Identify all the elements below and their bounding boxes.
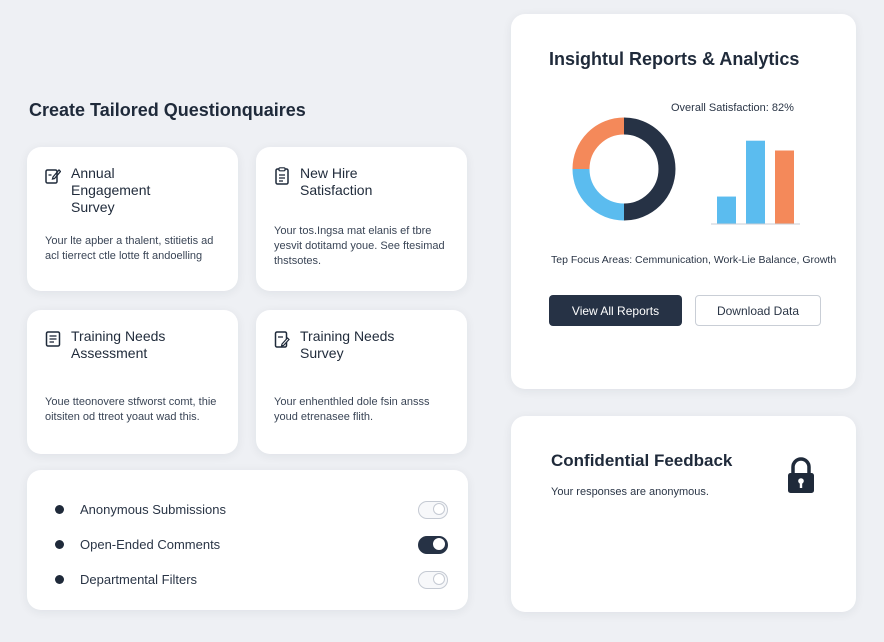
toggle-knob: [433, 573, 445, 585]
card-title: New Hire Satisfaction: [300, 165, 373, 198]
bullet-icon: [55, 575, 64, 584]
confidential-title: Confidential Feedback: [551, 451, 733, 470]
questionnaire-card-training-survey[interactable]: Training Needs Survey Your enhenthled do…: [256, 310, 467, 454]
toggle-label: Anonymous Submissions: [80, 502, 226, 517]
overall-satisfaction: Overall Satisfaction: 82%: [671, 102, 794, 114]
questionnaire-card-training-assessment[interactable]: Training Needs Assessment Youe tteonover…: [27, 310, 238, 454]
anonymous-submissions-toggle[interactable]: [418, 500, 448, 519]
toggle-row-anonymous: Anonymous Submissions: [55, 492, 448, 527]
toggle-knob: [433, 503, 445, 515]
section-title: Create Tailored Questionquaires: [29, 100, 306, 120]
reports-chart: [572, 117, 800, 225]
toggle-knob: [433, 538, 445, 550]
feature-toggles-panel: Anonymous Submissions Open-Ended Comment…: [27, 470, 468, 610]
view-all-reports-button[interactable]: View All Reports: [549, 295, 682, 326]
donut-segment-1: [572, 168, 625, 221]
card-title: Training Needs Survey: [300, 328, 395, 361]
confidential-description: Your responses are anonymous.: [551, 486, 709, 498]
donut-chart: [572, 117, 676, 221]
toggle-label: Open-Ended Comments: [80, 537, 221, 552]
open-ended-comments-toggle[interactable]: [418, 535, 448, 554]
card-description: Your enhenthled dole fsin ansss youd etr…: [274, 396, 430, 423]
donut-segment-0: [623, 117, 676, 221]
bullet-icon: [55, 540, 64, 549]
questionnaire-card-annual-engagement[interactable]: Annual Engagement Survey Your lte apber …: [27, 147, 238, 291]
bar-chart: [711, 140, 800, 225]
card-title: Training Needs Assessment: [71, 328, 166, 361]
toggle-label: Departmental Filters: [80, 572, 198, 587]
card-description: Your tos.Ingsa mat elanis ef tbre yesvit…: [274, 225, 445, 267]
edit-form-icon: [45, 169, 61, 184]
bullet-icon: [55, 505, 64, 514]
reports-title: Insightul Reports & Analytics: [549, 49, 800, 69]
questionnaire-card-new-hire[interactable]: New Hire Satisfaction Your tos.Ingsa mat…: [256, 147, 467, 291]
card-description: Youe tteonovere stfworst comt, thie oits…: [45, 396, 217, 423]
bar-0: [717, 196, 736, 224]
confidential-feedback-card: Confidential Feedback Your responses are…: [511, 416, 856, 612]
card-description: Your lte apber a thalent, stitietis ad a…: [45, 235, 214, 262]
document-lines-icon: [45, 331, 61, 347]
reports-analytics-card: Insightul Reports & Analytics Overall Sa…: [511, 14, 856, 389]
clipboard-edit-icon: [274, 331, 290, 348]
lock-icon: [788, 457, 814, 493]
top-focus-areas: Tep Focus Areas: Cemmunication, Work-Lie…: [551, 254, 837, 266]
document-list-icon: [275, 167, 289, 185]
toggle-row-departmental: Departmental Filters: [55, 562, 448, 597]
download-data-button[interactable]: Download Data: [695, 295, 821, 326]
donut-segment-2: [572, 117, 625, 170]
bar-1: [746, 140, 765, 224]
card-title: Annual Engagement Survey: [71, 165, 151, 215]
toggle-row-open-ended: Open-Ended Comments: [55, 527, 448, 562]
departmental-filters-toggle[interactable]: [418, 570, 448, 589]
bar-2: [775, 150, 794, 224]
